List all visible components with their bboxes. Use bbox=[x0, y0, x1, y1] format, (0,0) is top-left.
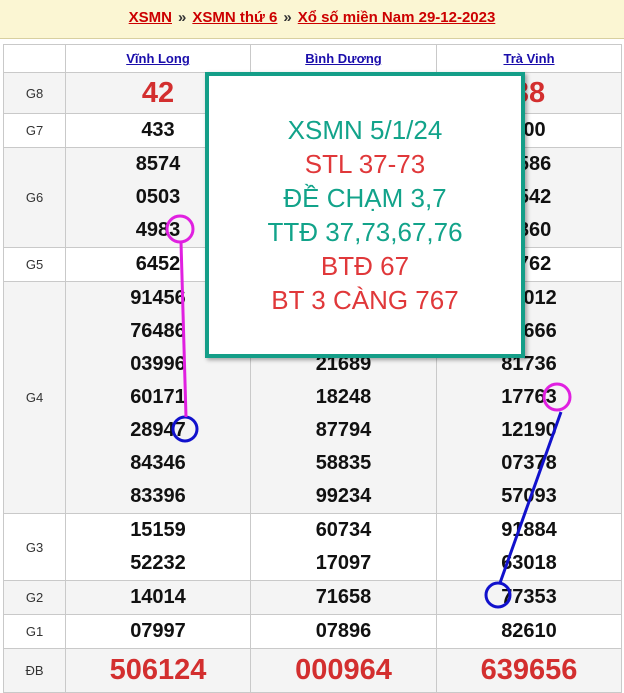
result-number: 07997 bbox=[130, 620, 186, 642]
breadcrumb-link-xsmn[interactable]: XSMN bbox=[129, 9, 172, 26]
result-cell: 14014 bbox=[65, 580, 251, 615]
result-number: 83396 bbox=[130, 485, 186, 507]
header-prize-column bbox=[3, 44, 66, 73]
result-number: 99234 bbox=[315, 485, 372, 507]
result-cell: 07896 bbox=[250, 614, 437, 649]
banner-line: BTĐ 67 bbox=[320, 251, 410, 281]
result-number: 12190 bbox=[501, 419, 557, 441]
result-number: 77353 bbox=[501, 586, 557, 608]
result-number: 91884 bbox=[501, 519, 557, 541]
result-number: 60734 bbox=[315, 519, 372, 541]
result-number: 07896 bbox=[315, 620, 372, 642]
result-cell: 91884 63018 bbox=[436, 513, 622, 581]
result-cell: 15159 52232 bbox=[65, 513, 251, 581]
prize-label: G7 bbox=[3, 113, 66, 148]
result-number: 506124 bbox=[109, 654, 207, 686]
result-number: 87794 bbox=[315, 419, 372, 441]
result-number: 28947 bbox=[130, 419, 186, 441]
province-link-vinh-long[interactable]: Vĩnh Long bbox=[126, 51, 190, 66]
result-number: 82610 bbox=[501, 620, 557, 642]
prize-row: G1 07997 07896 82610 bbox=[3, 614, 622, 649]
prize-label: G2 bbox=[3, 580, 66, 615]
breadcrumb-separator: » bbox=[178, 9, 187, 26]
result-number: 71658 bbox=[315, 586, 372, 608]
breadcrumb-link-result-date[interactable]: Xổ số miền Nam 29-12-2023 bbox=[298, 9, 496, 26]
province-link-tra-vinh[interactable]: Trà Vinh bbox=[503, 51, 554, 66]
result-number: 14014 bbox=[130, 586, 186, 608]
prize-label: G1 bbox=[3, 614, 66, 649]
result-cell: 506124 bbox=[65, 648, 251, 693]
result-cell: 82610 bbox=[436, 614, 622, 649]
prize-row: ĐB 506124 000964 639656 bbox=[3, 648, 622, 693]
banner-line: STL 37-73 bbox=[304, 149, 426, 179]
breadcrumb: XSMN » XSMN thứ 6 » Xổ số miền Nam 29-12-202… bbox=[0, 0, 624, 39]
result-number: 17763 bbox=[501, 386, 557, 408]
prize-row: G3 15159 52232 60734 17097 91884 63018 bbox=[3, 513, 622, 581]
result-number: 639656 bbox=[480, 654, 578, 686]
result-number: 60171 bbox=[130, 386, 186, 408]
prize-row: G2 14014 71658 77353 bbox=[3, 580, 622, 615]
result-number: 52232 bbox=[130, 552, 186, 574]
result-number: 18248 bbox=[315, 386, 372, 408]
province-link-binh-duong[interactable]: Bình Dương bbox=[305, 51, 381, 66]
result-cell: 60734 17097 bbox=[250, 513, 437, 581]
prize-label: G3 bbox=[3, 513, 66, 581]
prediction-banner: XSMN 5/1/24 STL 37-73 ĐỀ CHẠM 3,7 TTĐ 37,73… bbox=[205, 72, 525, 358]
result-cell: 000964 bbox=[250, 648, 437, 693]
prize-label: G5 bbox=[3, 247, 66, 282]
result-number: 57093 bbox=[501, 485, 557, 507]
result-number: 07378 bbox=[501, 452, 557, 474]
result-cell: 07997 bbox=[65, 614, 251, 649]
breadcrumb-link-xsmn-friday[interactable]: XSMN thứ 6 bbox=[192, 9, 277, 26]
breadcrumb-separator: » bbox=[283, 9, 292, 26]
result-number: 84346 bbox=[130, 452, 186, 474]
prize-label: G4 bbox=[3, 281, 66, 514]
result-number: 15159 bbox=[130, 519, 186, 541]
result-cell: 77353 bbox=[436, 580, 622, 615]
banner-line: BT 3 CÀNG 767 bbox=[271, 285, 459, 315]
result-cell: 71658 bbox=[250, 580, 437, 615]
banner-line: ĐỀ CHẠM 3,7 bbox=[283, 183, 447, 213]
banner-line: XSMN 5/1/24 bbox=[287, 115, 443, 145]
prize-label: ĐB bbox=[3, 648, 66, 693]
result-number: 58835 bbox=[315, 452, 372, 474]
prize-label: G8 bbox=[3, 72, 66, 114]
result-cell: 639656 bbox=[436, 648, 622, 693]
prize-label: G6 bbox=[3, 147, 66, 248]
banner-line: TTĐ 37,73,67,76 bbox=[267, 217, 463, 247]
result-number: 17097 bbox=[315, 552, 372, 574]
result-number: 000964 bbox=[295, 654, 392, 686]
result-number: 63018 bbox=[501, 552, 557, 574]
